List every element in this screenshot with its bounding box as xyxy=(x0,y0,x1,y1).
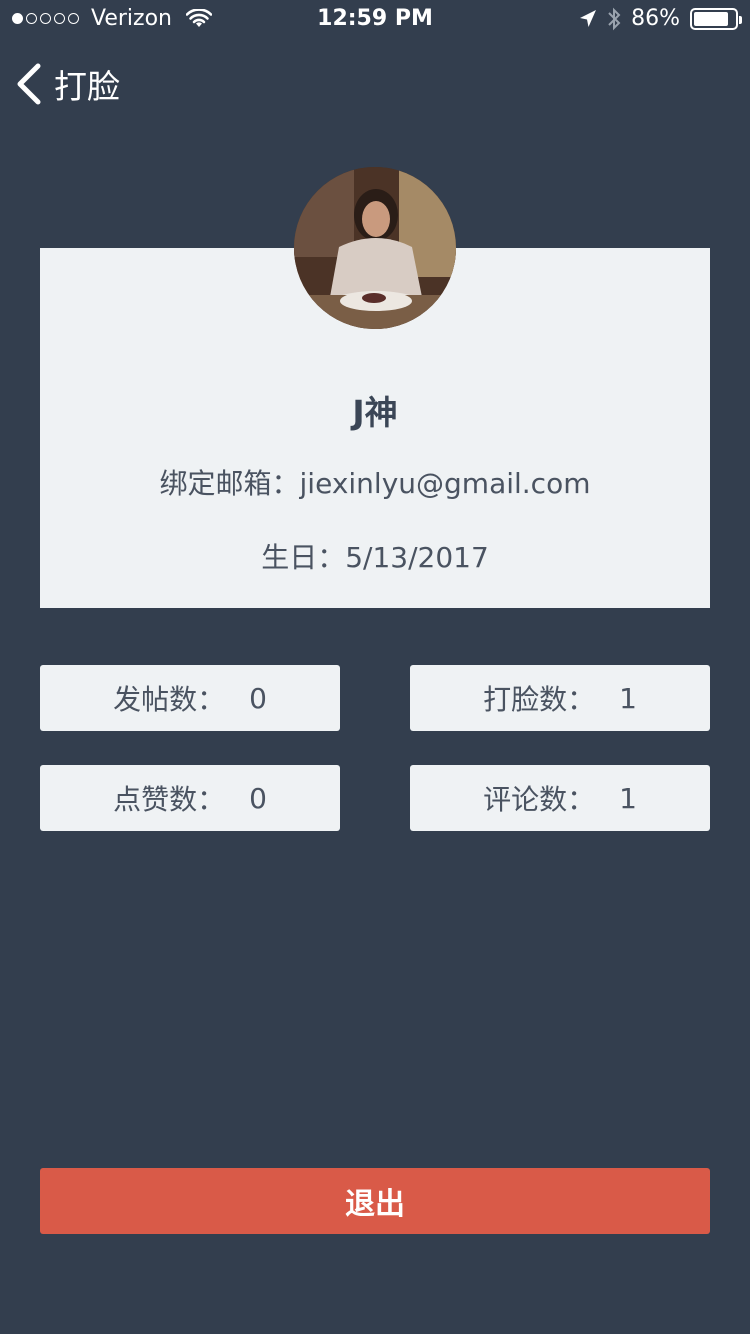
logout-button[interactable]: 退出 xyxy=(40,1168,710,1234)
user-name: J神 xyxy=(352,393,398,432)
status-right: 86% xyxy=(579,6,742,31)
profile-screen: Verizon 12:59 PM 86% 打脸 J神 绑定邮箱：jiexinly… xyxy=(0,0,750,1334)
location-arrow-icon xyxy=(580,9,597,27)
stat-value: 1 xyxy=(619,781,637,815)
battery-level xyxy=(694,11,729,26)
battery-tip xyxy=(739,15,742,24)
page-title: 打脸 xyxy=(54,67,120,106)
nav-bar: 打脸 xyxy=(0,48,750,120)
stat-label: 点赞数： xyxy=(113,783,226,816)
battery-percent: 86% xyxy=(631,6,680,31)
stat-value: 1 xyxy=(619,681,637,715)
stat-comments[interactable]: 评论数： 1 xyxy=(410,765,710,831)
email-row: 绑定邮箱：jiexinlyu@gmail.com xyxy=(40,462,710,502)
avatar-photo xyxy=(294,167,456,329)
stat-value: 0 xyxy=(249,681,267,715)
stat-likes[interactable]: 点赞数： 0 xyxy=(40,765,340,831)
chevron-left-icon xyxy=(17,63,41,105)
stat-label: 评论数： xyxy=(483,783,596,816)
status-bar: Verizon 12:59 PM 86% xyxy=(0,0,750,40)
stat-label: 打脸数： xyxy=(483,683,596,716)
stat-label: 发帖数： xyxy=(113,683,226,716)
stat-value: 0 xyxy=(249,781,267,815)
battery-icon xyxy=(690,7,742,30)
email-label: 绑定邮箱： xyxy=(159,467,300,500)
email-value: jiexinlyu@gmail.com xyxy=(299,467,591,500)
birthday-row: 生日：5/13/2017 xyxy=(40,536,710,576)
bluetooth-icon xyxy=(608,7,621,30)
stat-posts[interactable]: 发帖数： 0 xyxy=(40,665,340,731)
birthday-label: 生日： xyxy=(261,541,346,574)
back-button[interactable]: 打脸 xyxy=(14,60,120,108)
avatar[interactable] xyxy=(294,167,456,329)
stat-face-slaps[interactable]: 打脸数： 1 xyxy=(410,665,710,731)
birthday-value: 5/13/2017 xyxy=(345,541,489,574)
